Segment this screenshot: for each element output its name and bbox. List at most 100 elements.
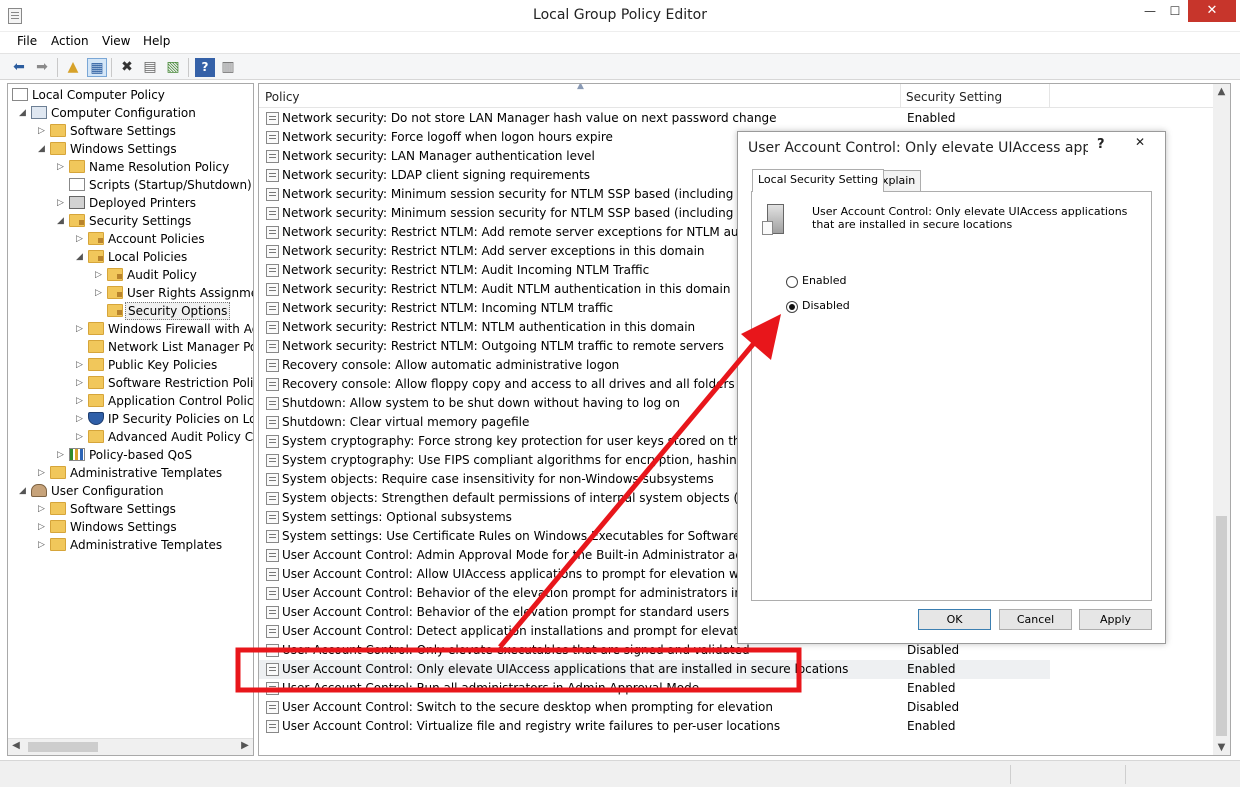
tree-item-label[interactable]: User Configuration xyxy=(49,482,166,500)
tree-item-label[interactable]: Audit Policy xyxy=(125,266,199,284)
list-vertical-scrollbar[interactable]: ▲ ▼ xyxy=(1213,84,1230,755)
help-icon[interactable]: ? xyxy=(1097,137,1105,152)
forward-icon[interactable]: ➡ xyxy=(32,58,52,77)
policy-icon xyxy=(266,131,279,144)
tree-item-label[interactable]: Security Options xyxy=(125,302,231,320)
menu-help[interactable]: Help xyxy=(143,34,170,48)
back-icon[interactable]: ⬅ xyxy=(9,58,29,77)
collapsed-arrow-icon[interactable]: ▷ xyxy=(76,230,86,248)
menu-file[interactable]: File xyxy=(17,34,37,48)
expanded-arrow-icon[interactable]: ◢ xyxy=(19,482,29,500)
computer-icon xyxy=(31,106,47,119)
collapsed-arrow-icon[interactable]: ▷ xyxy=(38,464,48,482)
policy-icon xyxy=(266,207,279,220)
table-row[interactable]: User Account Control: Virtualize file an… xyxy=(259,717,1214,736)
maximize-button[interactable]: ☐ xyxy=(1160,0,1190,22)
tree-item-label[interactable]: Local Policies xyxy=(106,248,189,266)
policy-icon xyxy=(266,264,279,277)
properties-icon[interactable]: ▤ xyxy=(140,58,160,77)
tree-item-label[interactable]: Policy-based QoS xyxy=(87,446,194,464)
tree-horizontal-scrollbar[interactable]: ◀ ▶ xyxy=(8,738,253,755)
scroll-left-icon[interactable]: ◀ xyxy=(8,740,24,751)
tree-item-label[interactable]: Software Settings xyxy=(68,500,178,518)
collapsed-arrow-icon[interactable]: ▷ xyxy=(76,410,86,428)
tree-item-label[interactable]: Application Control Policie xyxy=(106,392,253,410)
column-header-security-setting[interactable]: Security Setting xyxy=(906,90,1002,104)
collapsed-arrow-icon[interactable]: ▷ xyxy=(38,518,48,536)
table-row[interactable]: User Account Control: Run all administra… xyxy=(259,679,1214,698)
extended-view-icon[interactable]: ▥ xyxy=(218,58,238,77)
help-icon[interactable]: ? xyxy=(195,58,215,77)
policy-document-icon xyxy=(69,178,85,191)
table-row[interactable]: Network security: Do not store LAN Manag… xyxy=(259,109,1214,128)
tree-item-label[interactable]: Windows Settings xyxy=(68,518,179,536)
collapsed-arrow-icon[interactable]: ▷ xyxy=(76,374,86,392)
collapsed-arrow-icon[interactable]: ▷ xyxy=(76,392,86,410)
tree-item-label[interactable]: Computer Configuration xyxy=(49,104,198,122)
show-hide-tree-icon[interactable]: ▦ xyxy=(87,58,107,77)
tree-item-label[interactable]: User Rights Assignment xyxy=(125,284,253,302)
collapsed-arrow-icon[interactable]: ▷ xyxy=(38,500,48,518)
collapsed-arrow-icon[interactable]: ▷ xyxy=(76,428,86,446)
tree-item-label[interactable]: Public Key Policies xyxy=(106,356,219,374)
expanded-arrow-icon[interactable]: ◢ xyxy=(57,212,67,230)
disabled-radio-label[interactable]: Disabled xyxy=(802,299,850,312)
enabled-radio-label[interactable]: Enabled xyxy=(802,274,846,287)
table-row[interactable]: User Account Control: Only elevate UIAcc… xyxy=(259,660,1050,679)
tree-item-label[interactable]: Administrative Templates xyxy=(68,536,224,554)
export-list-icon[interactable]: ▧ xyxy=(163,58,183,77)
tree-item-label[interactable]: IP Security Policies on Loca xyxy=(106,410,253,428)
tree-item-label[interactable]: Deployed Printers xyxy=(87,194,198,212)
tree-item-label[interactable]: Security Settings xyxy=(87,212,193,230)
expanded-arrow-icon[interactable]: ◢ xyxy=(38,140,48,158)
tree-item-label[interactable]: Name Resolution Policy xyxy=(87,158,231,176)
expanded-arrow-icon[interactable]: ◢ xyxy=(76,248,86,266)
tree-item-label[interactable]: Local Computer Policy xyxy=(30,86,167,104)
collapsed-arrow-icon[interactable]: ▷ xyxy=(95,266,105,284)
apply-button[interactable]: Apply xyxy=(1079,609,1152,630)
scroll-down-icon[interactable]: ▼ xyxy=(1213,742,1230,753)
scroll-thumb[interactable] xyxy=(28,742,98,752)
tree-item-label[interactable]: Software Settings xyxy=(68,122,178,140)
up-folder-icon[interactable]: ▲ xyxy=(63,58,83,77)
collapsed-arrow-icon[interactable]: ▷ xyxy=(76,356,86,374)
collapsed-arrow-icon[interactable]: ▷ xyxy=(57,158,67,176)
column-header-policy[interactable]: Policy xyxy=(265,90,300,104)
ok-button[interactable]: OK xyxy=(918,609,991,630)
table-row[interactable]: User Account Control: Switch to the secu… xyxy=(259,698,1214,717)
collapsed-arrow-icon[interactable]: ▷ xyxy=(57,446,67,464)
tree-pane[interactable]: Local Computer Policy ◢ Computer Configura… xyxy=(7,83,254,756)
enabled-radio[interactable] xyxy=(786,276,798,288)
secure-folder-icon xyxy=(88,232,104,245)
expanded-arrow-icon[interactable]: ◢ xyxy=(19,104,29,122)
collapsed-arrow-icon[interactable]: ▷ xyxy=(76,320,86,338)
scroll-thumb[interactable] xyxy=(1216,516,1227,736)
dialog-close-button[interactable]: ✕ xyxy=(1119,132,1161,152)
tree-item-label[interactable]: Windows Settings xyxy=(68,140,179,158)
policy-icon xyxy=(266,473,279,486)
tree-item-label[interactable]: Network List Manager Polic xyxy=(106,338,253,356)
disabled-radio[interactable] xyxy=(786,301,798,313)
tree-item-label[interactable]: Advanced Audit Policy Cor xyxy=(106,428,253,446)
collapsed-arrow-icon[interactable]: ▷ xyxy=(38,122,48,140)
collapsed-arrow-icon[interactable]: ▷ xyxy=(57,194,67,212)
tab-local-security-setting[interactable]: Local Security Setting xyxy=(752,169,885,192)
close-button[interactable]: ✕ xyxy=(1188,0,1236,22)
security-setting-value: Enabled xyxy=(907,111,956,125)
tree-item-label[interactable]: Windows Firewall with Adv xyxy=(106,320,253,338)
policy-icon xyxy=(266,435,279,448)
tree-item-label[interactable]: Administrative Templates xyxy=(68,464,224,482)
menu-action[interactable]: Action xyxy=(51,34,89,48)
tree-item-label[interactable]: Account Policies xyxy=(106,230,207,248)
tree-item-label[interactable]: Scripts (Startup/Shutdown) xyxy=(87,176,253,194)
collapsed-arrow-icon[interactable]: ▷ xyxy=(95,284,105,302)
scroll-up-icon[interactable]: ▲ xyxy=(1213,86,1230,97)
folder-icon xyxy=(50,502,66,515)
scroll-right-icon[interactable]: ▶ xyxy=(237,740,253,751)
qos-chart-icon xyxy=(69,448,85,461)
collapsed-arrow-icon[interactable]: ▷ xyxy=(38,536,48,554)
menu-view[interactable]: View xyxy=(102,34,130,48)
cancel-button[interactable]: Cancel xyxy=(999,609,1072,630)
tree-item-label[interactable]: Software Restriction Policie xyxy=(106,374,253,392)
delete-icon[interactable]: ✖ xyxy=(117,58,137,77)
